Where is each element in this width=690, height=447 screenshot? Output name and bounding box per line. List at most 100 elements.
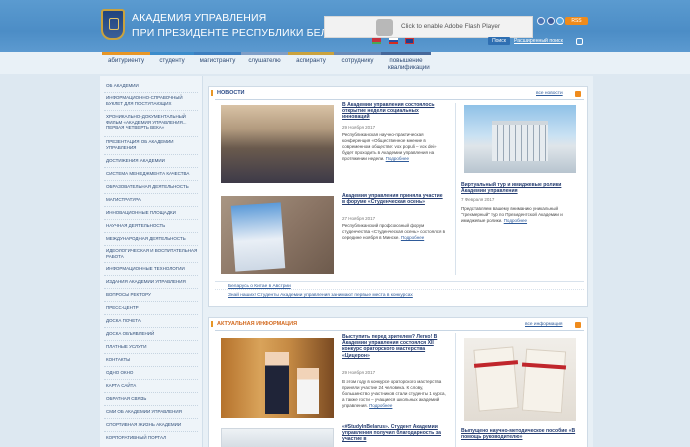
search-button[interactable]: Поиск — [488, 37, 510, 45]
sidebar-divider — [104, 327, 198, 328]
vk-icon[interactable] — [537, 17, 545, 25]
news-date: 29 Ноября 2017 — [342, 125, 376, 130]
flag-gb-icon[interactable] — [405, 38, 414, 44]
sidebar-item[interactable]: ИННОВАЦИОННЫЕ ПЛОЩАДКИ — [106, 210, 198, 216]
sidebar-item[interactable]: ВОПРОСЫ РЕКТОРУ — [106, 292, 198, 298]
sidebar-item[interactable]: СИСТЕМА МЕНЕДЖМЕНТА КАЧЕСТВА — [106, 171, 198, 177]
news-photo-building[interactable] — [464, 105, 576, 173]
actual-title[interactable]: Выступить перед зрителем? Легко! В Акаде… — [342, 334, 447, 359]
all-news-link[interactable]: все новости — [536, 91, 563, 96]
sidebar-divider — [104, 245, 198, 246]
news-text: Республиканский профсоюзный форум студен… — [342, 223, 446, 240]
tab-magistrant[interactable]: магистранту — [194, 52, 241, 74]
sidebar-item[interactable]: ДОСКА ОБЪЯВЛЕНИЙ — [106, 331, 198, 337]
sidebar-item[interactable]: СМИ ОБ АКАДЕМИИ УПРАВЛЕНИЯ — [106, 409, 198, 415]
news-link[interactable]: Знай наших! Студенты Академии управления… — [228, 293, 413, 298]
sidebar-divider — [104, 418, 198, 419]
facebook-icon[interactable] — [547, 17, 555, 25]
flag-ru-icon[interactable] — [389, 38, 398, 44]
sidebar-divider — [104, 405, 198, 406]
sidebar-item[interactable]: ДОСКА ПОЧЕТА — [106, 318, 198, 324]
more-link[interactable]: Подробнее — [386, 156, 409, 161]
news-text: Республиканская научно-практическая конф… — [342, 132, 437, 161]
tab-color-bar — [241, 52, 288, 55]
actual-title[interactable]: «#StudyInBelarus». Студент Академии упра… — [342, 424, 447, 443]
sidebar-divider — [104, 193, 198, 194]
twitter-icon[interactable] — [556, 17, 564, 25]
sidebar-item[interactable]: КОНТАКТЫ — [106, 357, 198, 363]
sidebar-divider — [104, 314, 198, 315]
actual-photo-books[interactable] — [464, 338, 576, 421]
sidebar-divider — [104, 219, 198, 220]
tab-qualification[interactable]: повышение квалификации — [381, 52, 431, 74]
sidebar-item[interactable]: ИДЕОЛОГИЧЕСКАЯ И ВОСПИТАТЕЛЬНАЯ РАБОТА — [106, 248, 198, 259]
sidebar-divider — [104, 366, 198, 367]
actual-column-divider — [455, 333, 456, 447]
sidebar-item[interactable]: ОБРАТНАЯ СВЯЗЬ — [106, 396, 198, 402]
sidebar-divider — [104, 206, 198, 207]
sidebar-item[interactable]: КОРПОРАТИВНЫЙ ПОРТАЛ — [106, 435, 198, 441]
tab-abiturient[interactable]: абитуриенту — [102, 52, 150, 74]
actual-photo-contest[interactable] — [221, 338, 334, 418]
academy-crest-logo[interactable] — [101, 9, 125, 40]
tab-student[interactable]: студенту — [150, 52, 194, 74]
tab-color-bar — [194, 52, 241, 55]
flash-notice-text: Click to enable Adobe Flash Player — [401, 23, 501, 30]
book-image — [521, 348, 567, 414]
news-column-divider — [455, 103, 456, 275]
actual-date: 29 Ноября 2017 — [342, 370, 376, 375]
tab-color-bar — [102, 52, 150, 55]
news-photo-certificate[interactable] — [221, 196, 334, 274]
audience-tabs: абитуриенту студенту магистранту слушате… — [0, 52, 690, 74]
sidebar-item[interactable]: ОДНО ОКНО — [106, 370, 198, 376]
flag-by-icon[interactable] — [372, 38, 381, 44]
sidebar-item[interactable]: ХРОНИКАЛЬНО-ДОКУМЕНТАЛЬНЫЙ ФИЛЬМ «АКАДЕМ… — [106, 114, 198, 131]
person-figure — [265, 352, 289, 414]
news-links-divider — [215, 289, 584, 290]
sidebar-item[interactable]: МАГИСТРАТУРА — [106, 197, 198, 203]
more-link[interactable]: Подробнее — [401, 235, 424, 240]
sidebar-item[interactable]: ИНФОРМАЦИОННО-СПРАВОЧНЫЙ БУКЛЕТ ДЛЯ ПОСТ… — [106, 95, 198, 106]
sidebar-item[interactable]: НАУЧНАЯ ДЕЯТЕЛЬНОСТЬ — [106, 223, 198, 229]
tab-color-bar — [334, 52, 381, 55]
sidebar-divider — [104, 379, 198, 380]
rss-icon[interactable] — [575, 91, 581, 97]
news-photo-conference[interactable] — [221, 105, 334, 183]
news-title[interactable]: Виртуальный тур и имиджевые ролики Акаде… — [461, 182, 582, 194]
sidebar-item[interactable]: ОБРАЗОВАТЕЛЬНАЯ ДЕЯТЕЛЬНОСТЬ — [106, 184, 198, 190]
more-link[interactable]: Подробнее — [369, 403, 392, 408]
sidebar-item[interactable]: ПЛАТНЫЕ УСЛУГИ — [106, 344, 198, 350]
sidebar-divider — [104, 431, 198, 432]
instagram-icon[interactable] — [576, 38, 583, 45]
sidebar-item[interactable]: ДОСТИЖЕНИЯ АКАДЕМИИ — [106, 158, 198, 164]
sidebar-item[interactable]: ПРЕСС-ЦЕНТР — [106, 305, 198, 311]
news-heading: НОВОСТИ — [217, 90, 245, 96]
sidebar-item[interactable]: ИЗДАНИЯ АКАДЕМИИ УПРАВЛЕНИЯ — [106, 279, 198, 285]
tab-employee[interactable]: сотруднику — [334, 52, 381, 74]
sidebar-item[interactable]: МЕЖДУНАРОДНАЯ ДЕЯТЕЛЬНОСТЬ — [106, 236, 198, 242]
actual-divider — [215, 330, 584, 331]
more-link[interactable]: Подробнее — [504, 218, 527, 223]
actual-text: В этом году в конкурсе ораторского масте… — [342, 379, 446, 408]
news-title[interactable]: В Академии управления состоялось открыти… — [342, 102, 447, 121]
sidebar-divider — [104, 136, 198, 137]
all-info-link[interactable]: все информация — [525, 322, 563, 327]
sidebar-divider — [104, 275, 198, 276]
sidebar-item[interactable]: КАРТА САЙТА — [106, 383, 198, 389]
flash-plugin-placeholder[interactable]: Click to enable Adobe Flash Player — [324, 16, 533, 38]
news-date: 7 Февраля 2017 — [461, 197, 495, 202]
actual-title[interactable]: Выпущено научно-методическое пособие «В … — [461, 428, 582, 440]
tab-listener[interactable]: слушателю — [241, 52, 288, 74]
sidebar-item[interactable]: ИНФОРМАЦИОННЫЕ ТЕХНОЛОГИИ — [106, 266, 198, 272]
site-title-line1[interactable]: АКАДЕМИЯ УПРАВЛЕНИЯ — [132, 12, 266, 24]
sidebar-item[interactable]: ПРЕЗЕНТАЦИЯ ОБ АКАДЕМИИ УПРАВЛЕНИЯ — [106, 139, 198, 150]
certificate-image — [230, 202, 286, 272]
news-title[interactable]: Академия управления приняла участие в фо… — [342, 193, 447, 205]
actual-photo-study[interactable] — [221, 428, 334, 447]
sidebar-item[interactable]: СПОРТИВНАЯ ЖИЗНЬ АКАДЕМИИ — [106, 422, 198, 428]
advanced-search-link[interactable]: Расширенный поиск — [514, 38, 563, 44]
sidebar-item[interactable]: ОБ АКАДЕМИИ — [106, 83, 198, 89]
tab-aspirant[interactable]: аспиранту — [288, 52, 334, 74]
rss-icon[interactable] — [575, 322, 581, 328]
rss-badge[interactable]: RSS — [565, 17, 588, 25]
